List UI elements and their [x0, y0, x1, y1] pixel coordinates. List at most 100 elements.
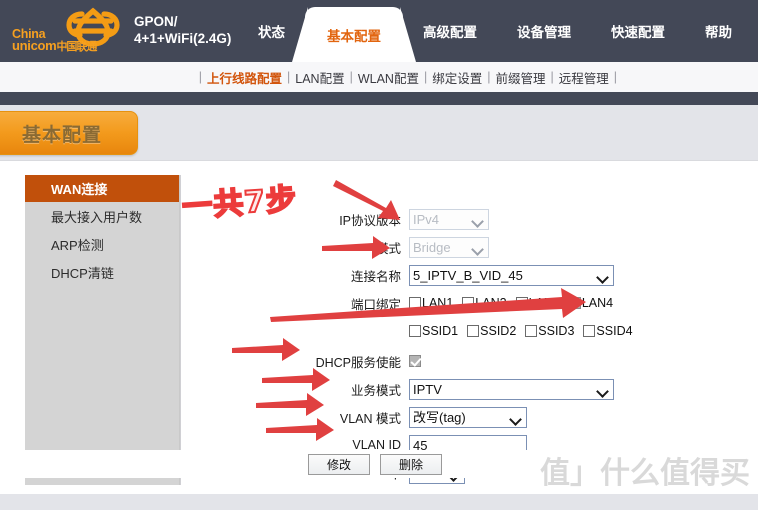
tab-advanced-config[interactable]: 高级配置 — [403, 0, 497, 62]
tab-help[interactable]: 帮助 — [685, 0, 752, 62]
checkbox-ssid1[interactable]: SSID1 — [409, 324, 458, 338]
control-vlan-mode: 改写(tag) — [409, 406, 527, 428]
page-title-band: 基本配置 — [0, 105, 758, 160]
port-binding-lan-group: LAN1 LAN2 LAN3 LAN4 — [409, 296, 622, 310]
mode-select[interactable]: Bridge — [409, 236, 489, 258]
row-vlan-mode: VLAN 模式 改写(tag) — [309, 406, 749, 428]
page-title-pill: 基本配置 — [0, 111, 138, 155]
subnav-item-wlan-config[interactable]: WLAN配置 — [358, 68, 419, 87]
mode-select-wrap: Bridge — [409, 236, 489, 258]
subnav-separator: | — [198, 70, 202, 84]
port-binding-ssid-group: SSID1 SSID2 SSID3 SSID4 — [409, 324, 642, 338]
subnav-item-uplink-config[interactable]: 上行线路配置 — [207, 68, 282, 87]
device-model: GPON/ 4+1+WiFi(2.4G) — [134, 14, 231, 48]
subnav-separator: | — [287, 70, 291, 84]
checkbox-ssid3[interactable]: SSID3 — [525, 324, 574, 338]
service-mode-select[interactable]: IPTV — [409, 378, 614, 400]
content-card: WAN连接 最大接入用户数 ARP检测 DHCP清链 IP协议版本 IPv4 模… — [12, 161, 758, 494]
checkbox-dhcp-enable-box[interactable] — [409, 355, 421, 367]
subnav-separator: | — [550, 70, 554, 84]
subnav-item-remote-management[interactable]: 远程管理 — [559, 68, 609, 87]
vlan-mode-select[interactable]: 改写(tag) — [409, 406, 527, 428]
model-line-1: GPON/ — [134, 14, 178, 30]
checkbox-ssid4-label: SSID4 — [596, 324, 633, 338]
sidebar-menu: WAN连接 最大接入用户数 ARP检测 DHCP清链 — [25, 175, 180, 485]
tab-device-management[interactable]: 设备管理 — [497, 0, 591, 62]
form-area: IP协议版本 IPv4 模式 Bridge 连接名称 5_IPTV_B_VID_… — [181, 161, 758, 494]
page-title: 基本配置 — [21, 124, 102, 146]
connection-name-select-wrap: 5_IPTV_B_VID_45 — [409, 264, 614, 286]
checkbox-lan2-label: LAN2 — [475, 296, 507, 310]
app-header: China unicom中国联通 GPON/ 4+1+WiFi(2.4G) 状态… — [0, 0, 758, 62]
checkbox-lan4-label: LAN4 — [581, 296, 614, 310]
subnav-separator: | — [487, 70, 491, 84]
checkbox-lan4[interactable]: LAN4 — [568, 296, 614, 310]
tab-quick-config[interactable]: 快速配置 — [591, 0, 685, 62]
label-port-binding: 端口绑定 — [350, 297, 401, 312]
checkbox-ssid4[interactable]: SSID4 — [583, 324, 633, 338]
label-dhcp-enable: DHCP服务使能 — [315, 355, 401, 370]
checkbox-ssid1-box[interactable] — [409, 325, 421, 337]
sidebar-item-max-users[interactable]: 最大接入用户数 — [25, 202, 179, 230]
sidebar-item-dhcp-clear[interactable]: DHCP清链 — [25, 258, 179, 286]
subnav-separator: | — [349, 70, 353, 84]
checkbox-lan3[interactable]: LAN3 — [515, 296, 560, 310]
brand-area: China unicom中国联通 GPON/ 4+1+WiFi(2.4G) — [0, 0, 238, 62]
checkbox-lan1-box[interactable] — [409, 297, 421, 309]
service-mode-select-wrap: IPTV — [409, 378, 614, 400]
label-connection-name: 连接名称 — [350, 269, 401, 284]
checkbox-lan4-box[interactable] — [568, 297, 581, 309]
label-mode: 模式 — [375, 241, 401, 256]
wan-connection-form: IP协议版本 IPv4 模式 Bridge 连接名称 5_IPTV_B_VID_… — [309, 208, 749, 490]
checkbox-ssid3-label: SSID3 — [538, 324, 575, 338]
checkbox-lan3-box[interactable] — [515, 297, 528, 309]
checkbox-ssid3-box[interactable] — [525, 325, 538, 337]
modify-button[interactable]: 修改 — [308, 453, 370, 475]
checkbox-ssid1-label: SSID1 — [422, 324, 459, 338]
vlan-mode-select-wrap: 改写(tag) — [409, 406, 527, 428]
subnav-separator: | — [423, 70, 428, 84]
checkbox-ssid4-box[interactable] — [583, 325, 596, 337]
subnav-separator: | — [613, 70, 617, 84]
logo-unicom: unicom中国联通 — [12, 38, 97, 54]
checkbox-lan1[interactable]: LAN1 — [409, 296, 453, 310]
checkbox-ssid2-label: SSID2 — [480, 324, 517, 338]
row-dhcp-enable: DHCP服务使能 — [309, 350, 749, 372]
china-unicom-logo: China unicom中国联通 — [10, 5, 128, 57]
form-actions: 修改 删除 — [12, 450, 758, 478]
checkbox-lan1-label: LAN1 — [422, 296, 454, 310]
row-connection-name: 连接名称 5_IPTV_B_VID_45 — [309, 264, 749, 286]
logo-wordmark: China unicom中国联通 — [12, 28, 97, 54]
tab-basic-config[interactable]: 基本配置 — [305, 7, 403, 62]
control-ip-version: IPv4 — [409, 208, 489, 230]
control-service-mode: IPTV — [409, 378, 614, 400]
ip-version-select[interactable]: IPv4 — [409, 208, 489, 230]
bottom-bar — [0, 494, 758, 510]
control-connection-name: 5_IPTV_B_VID_45 — [409, 264, 614, 286]
label-service-mode: 业务模式 — [350, 383, 401, 398]
label-vlan-mode: VLAN 模式 — [339, 411, 401, 426]
content-body: WAN连接 最大接入用户数 ARP检测 DHCP清链 IP协议版本 IPv4 模… — [0, 160, 758, 494]
row-service-mode: 业务模式 IPTV — [309, 378, 749, 400]
subnav-item-lan-config[interactable]: LAN配置 — [295, 68, 344, 87]
label-ip-version: IP协议版本 — [339, 213, 401, 228]
row-port-binding-lan: 端口绑定 LAN1 LAN2 LAN3 LAN4 — [309, 292, 749, 314]
sidebar-item-wan-connection[interactable]: WAN连接 — [25, 175, 179, 202]
subnav-item-prefix-management[interactable]: 前缀管理 — [495, 68, 545, 87]
subnav-item-binding-settings[interactable]: 绑定设置 — [432, 68, 482, 87]
checkbox-lan2[interactable]: LAN2 — [462, 296, 507, 310]
row-ip-version: IP协议版本 IPv4 — [309, 208, 749, 230]
checkbox-lan2-box[interactable] — [462, 297, 475, 309]
connection-name-select[interactable]: 5_IPTV_B_VID_45 — [409, 264, 614, 286]
checkbox-ssid2-box[interactable] — [467, 325, 480, 337]
model-line-2: 4+1+WiFi(2.4G) — [134, 31, 232, 46]
checkbox-ssid2[interactable]: SSID2 — [467, 324, 516, 338]
control-dhcp-enable — [409, 355, 422, 367]
control-mode: Bridge — [409, 236, 489, 258]
sidebar-item-arp-detection[interactable]: ARP检测 — [25, 230, 179, 258]
sub-navigation: | 上行线路配置 | LAN配置 | WLAN配置 | 绑定设置 | 前缀管理 … — [0, 62, 758, 92]
delete-button[interactable]: 删除 — [380, 453, 442, 475]
row-mode: 模式 Bridge — [309, 236, 749, 258]
checkbox-lan3-label: LAN3 — [528, 296, 560, 310]
ip-version-select-wrap: IPv4 — [409, 208, 489, 230]
